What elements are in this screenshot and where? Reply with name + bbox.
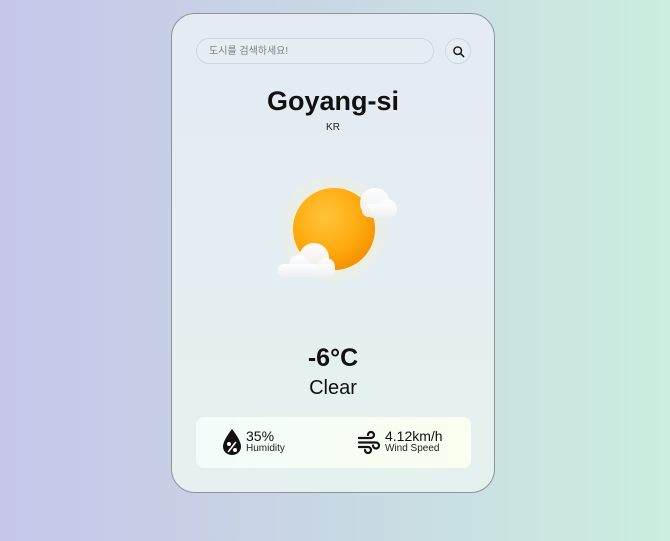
wind-stat: 4.12km/h Wind Speed (357, 426, 443, 458)
city-name: Goyang-si (266, 86, 400, 116)
temperature: -6°C (307, 344, 359, 372)
weather-condition: Clear (309, 377, 357, 399)
city-search-input[interactable] (196, 38, 434, 64)
weather-stats-panel: 35% Humidity 4.12km/h Wind Speed (196, 417, 471, 468)
country-code: KR (326, 122, 340, 133)
search-icon (452, 45, 464, 57)
wind-speed-value: 4.12km/h (385, 428, 443, 444)
wind-icon (357, 430, 381, 454)
humidity-drop-icon (223, 429, 241, 455)
weather-card: Goyang-si KR (171, 13, 495, 493)
humidity-value: 35% (246, 428, 275, 444)
wind-speed-label: Wind Speed (385, 443, 440, 454)
sun-with-clouds-icon (278, 174, 397, 284)
humidity-label: Humidity (246, 443, 285, 454)
search-button[interactable] (445, 38, 471, 64)
humidity-stat: 35% Humidity (222, 426, 285, 458)
